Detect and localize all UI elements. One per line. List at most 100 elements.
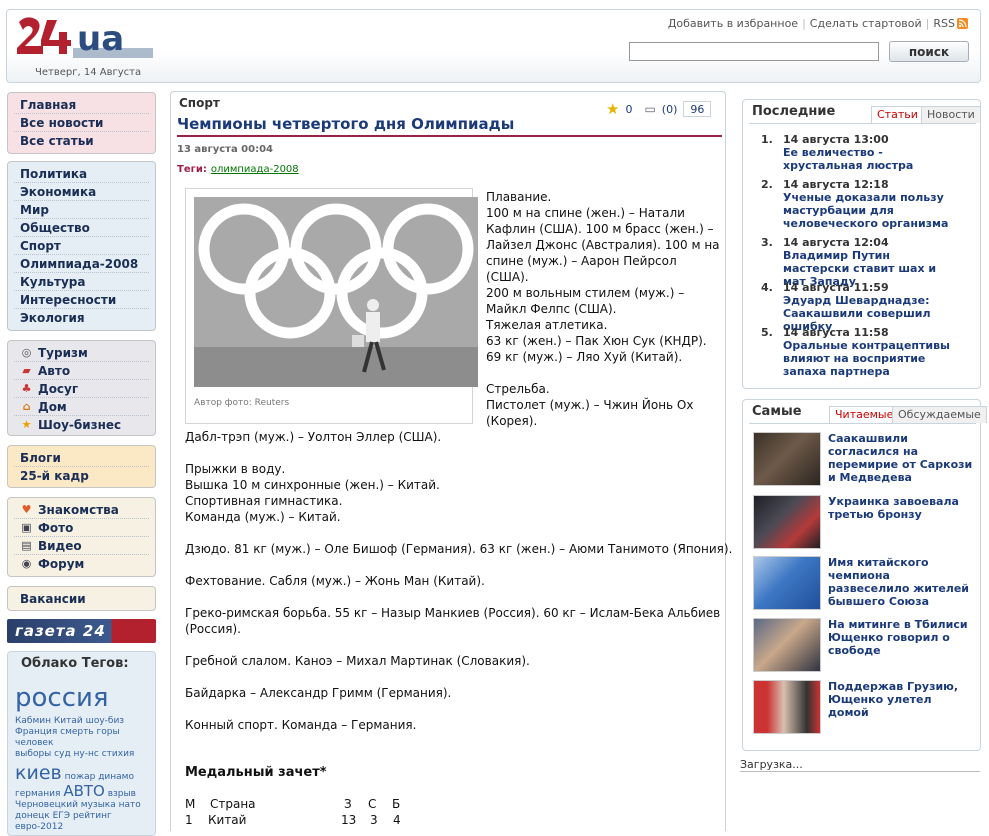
most-item-title[interactable]: Саакашвили согласился на перемирие от Са… [828, 432, 973, 484]
nav-auto[interactable]: ▰ Авто [14, 362, 149, 380]
tag-link[interactable]: выборы [15, 749, 51, 759]
car-icon: ▰ [22, 363, 31, 377]
nav-interesting[interactable]: Интересности [14, 291, 149, 309]
tag-link[interactable]: нато [119, 800, 141, 810]
news-thumbnail[interactable] [753, 556, 821, 610]
most-item[interactable]: Украинка завоевала третью бронзу [753, 495, 983, 551]
tag-link[interactable]: евро-2012 [15, 822, 63, 832]
latest-box: Последние Статьи Новости 1. 14 августа 1… [742, 99, 981, 389]
tag-link[interactable]: Кабмин [15, 716, 51, 726]
item-title[interactable]: Оральные контрацептивы влияют на восприя… [783, 339, 953, 378]
comment-icon[interactable]: ▭ [644, 102, 655, 116]
news-thumbnail[interactable] [753, 680, 821, 734]
latest-item[interactable]: 5. 14 августа 11:58 Оральные контрацепти… [761, 326, 971, 381]
nav-all-articles[interactable]: Все статьи [14, 132, 149, 150]
tag-link[interactable]: ну-нс [74, 749, 99, 759]
nav-showbiz[interactable]: ★ Шоу-бизнес [14, 416, 149, 434]
nav-vacancies[interactable]: Вакансии [14, 590, 149, 608]
nav-forum[interactable]: ◉ Форум [14, 555, 149, 573]
nav-home-item[interactable]: ⌂ Дом [14, 398, 149, 416]
nav-all-news[interactable]: Все новости [14, 114, 149, 132]
latest-item[interactable]: 3. 14 августа 12:04 Владимир Путин масте… [761, 236, 971, 288]
site-logo[interactable]: ua [13, 14, 153, 64]
gazeta-banner[interactable]: газета 24 [7, 619, 156, 643]
latest-item[interactable]: 1. 14 августа 13:00 Ее величество - хрус… [761, 133, 971, 173]
most-item[interactable]: Имя китайского чемпиона развеселило жите… [753, 556, 983, 612]
star-icon[interactable]: ★ [606, 100, 619, 118]
tags-label: Теги: [177, 164, 207, 175]
tag-link[interactable]: стихия [102, 749, 135, 759]
add-favorites-link[interactable]: Добавить в избранное [668, 17, 798, 30]
tag-link[interactable]: АВТО [63, 782, 105, 800]
most-item-title[interactable]: Украинка завоевала третью бронзу [828, 495, 973, 521]
tab-most-discussed[interactable]: Обсуждаемые [892, 406, 987, 423]
tab-news[interactable]: Новости [921, 106, 981, 123]
nav-video[interactable]: ▤ Видео [14, 537, 149, 555]
rss-link[interactable]: RSS [933, 17, 955, 30]
search-input[interactable] [629, 42, 879, 61]
tag-link[interactable]: музыка [81, 800, 116, 810]
nav-dating[interactable]: ♥ Знакомства [14, 501, 149, 519]
nav-olympics[interactable]: Олимпиада-2008 [14, 255, 149, 273]
most-item-title[interactable]: Поддержав Грузию, Ющенко улетел домой [828, 680, 973, 719]
tag-link[interactable]: донецк [15, 811, 50, 821]
nav-society[interactable]: Общество [14, 219, 149, 237]
title-divider [177, 135, 722, 137]
set-homepage-link[interactable]: Сделать стартовой [810, 17, 922, 30]
news-thumbnail[interactable] [753, 495, 821, 549]
tab-articles[interactable]: Статьи [871, 106, 924, 123]
most-item-title[interactable]: Имя китайского чемпиона развеселило жите… [828, 556, 973, 608]
tag-link[interactable]: шоу-биз [86, 716, 125, 726]
nav-leisure-item[interactable]: ♣ Досуг [14, 380, 149, 398]
tag-link[interactable]: человек [15, 738, 53, 748]
tag-link[interactable]: смерть [60, 727, 94, 737]
nav-economy[interactable]: Экономика [14, 183, 149, 201]
item-date: 14 августа 11:58 [783, 326, 889, 339]
tag-link[interactable]: киев [15, 762, 62, 784]
tag-link[interactable]: пожар [65, 772, 96, 782]
medal-table-title: Медальный зачет* [185, 765, 327, 780]
house-icon: ⌂ [22, 399, 31, 413]
tag-link[interactable]: суд [54, 749, 71, 759]
nav-culture[interactable]: Культура [14, 273, 149, 291]
search-button[interactable]: поиск [889, 41, 969, 62]
tag-link[interactable]: германия [15, 789, 60, 799]
most-item[interactable]: На митинге в Тбилиси Ющенко говорил о св… [753, 618, 983, 674]
tag-cloud-title: Облако Тегов: [21, 656, 129, 671]
article-section[interactable]: Спорт [179, 96, 220, 110]
nav-home[interactable]: Главная [14, 96, 149, 114]
nav-world[interactable]: Мир [14, 201, 149, 219]
item-title[interactable]: Ученые доказали пользу мастурбации для ч… [783, 191, 953, 230]
most-item-title[interactable]: На митинге в Тбилиси Ющенко говорил о св… [828, 618, 973, 657]
tag-link[interactable]: взрыв [108, 789, 136, 799]
nav-tourism[interactable]: ◎ Туризм [14, 344, 149, 362]
nav-25-kadr[interactable]: 25-й кадр [14, 467, 149, 485]
tag-link[interactable]: рейтинг [73, 811, 112, 821]
news-thumbnail[interactable] [753, 618, 821, 672]
nav-ecology[interactable]: Экология [14, 309, 149, 327]
latest-item[interactable]: 4. 14 августа 11:59 Эдуард Шеварднадзе: … [761, 281, 971, 333]
nav-sport[interactable]: Спорт [14, 237, 149, 255]
medal-header-row: М Страна З С Б [185, 797, 401, 811]
tag-link[interactable]: динамо [98, 772, 134, 782]
nav-blogs-item[interactable]: Блоги [14, 449, 149, 467]
rss-icon[interactable] [957, 18, 968, 29]
logo-text: ua [77, 19, 124, 59]
most-item[interactable]: Поддержав Грузию, Ющенко улетел домой [753, 680, 983, 736]
tag-link[interactable]: россия [15, 683, 109, 713]
latest-item[interactable]: 2. 14 августа 12:18 Ученые доказали поль… [761, 178, 971, 233]
tab-most-read[interactable]: Читаемые [829, 406, 900, 423]
tag-link[interactable]: горы [97, 727, 120, 737]
tag-link[interactable]: Черновецкий [15, 800, 78, 810]
most-item[interactable]: Саакашвили согласился на перемирие от Са… [753, 432, 983, 488]
comment-count[interactable]: (0) [662, 103, 678, 116]
tag-link[interactable]: ЕГЭ [53, 811, 70, 821]
tag-link[interactable]: олимпиада-2008 [211, 164, 299, 175]
tag-link[interactable]: Китай [54, 716, 83, 726]
item-title[interactable]: Ее величество - хрустальная люстра [783, 146, 953, 172]
tag-link[interactable]: Франция [15, 727, 57, 737]
news-thumbnail[interactable] [753, 432, 821, 486]
nav-politics[interactable]: Политика [14, 165, 149, 183]
nav-photo[interactable]: ▣ Фото [14, 519, 149, 537]
article-paragraph: Плавание. 100 м на спине (жен.) – Натали… [486, 190, 720, 316]
